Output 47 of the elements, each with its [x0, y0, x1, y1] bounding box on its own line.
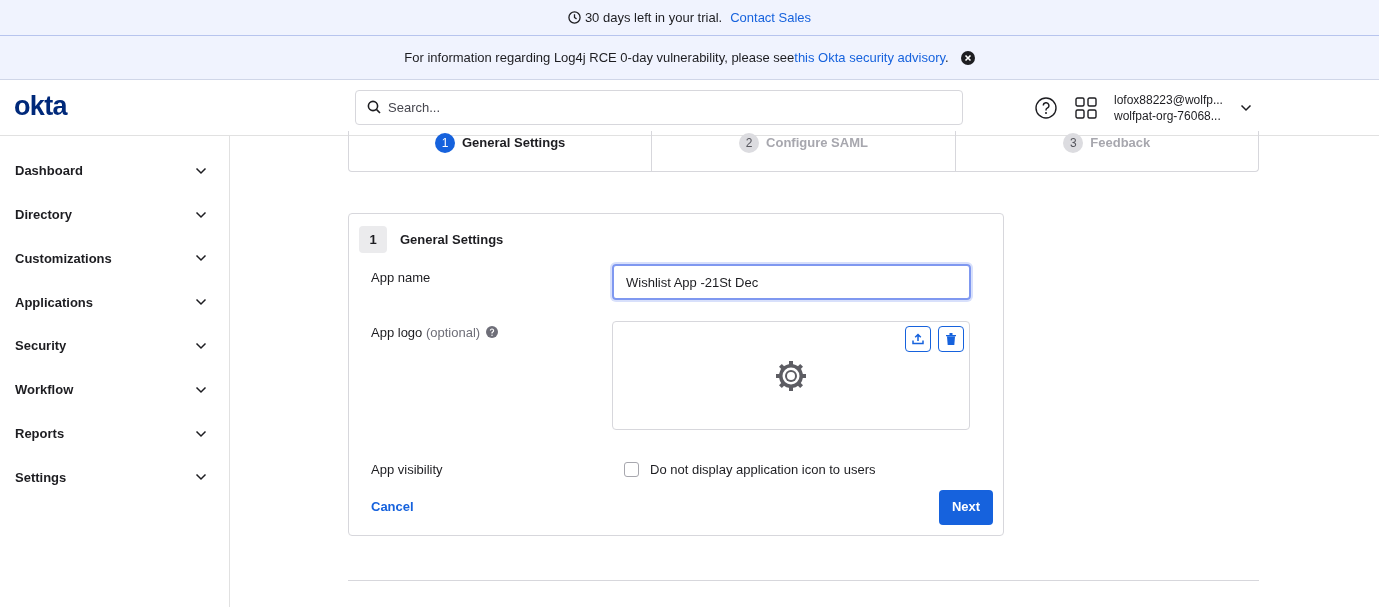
upload-button[interactable] — [905, 326, 931, 352]
next-button[interactable]: Next — [939, 489, 993, 525]
checkbox[interactable] — [624, 462, 639, 478]
advisory-message: For information regarding Log4j RCE 0-day vulnerability, please seethis Okta security advisory. — [404, 48, 949, 67]
sidebar-item[interactable]: Applications — [0, 280, 229, 325]
contact-sales-link[interactable]: Contact Sales — [730, 7, 812, 28]
delete-button[interactable] — [938, 326, 964, 352]
trial-notice: 30 days left in your trial. — [584, 8, 723, 27]
field-label: App name — [370, 269, 432, 287]
sidebar-item[interactable]: Directory — [0, 192, 229, 237]
chevron-down-icon — [195, 473, 207, 482]
close-icon[interactable] — [960, 50, 975, 65]
section-number: 1 — [359, 226, 387, 253]
wizard-step[interactable]: 2 Configure SAML — [651, 131, 955, 171]
chevron-down-icon — [195, 385, 207, 394]
sidebar-item[interactable]: Customizations — [0, 236, 229, 281]
chevron-down-icon — [195, 429, 207, 438]
cancel-link[interactable]: Cancel — [371, 497, 414, 517]
chevron-down-icon — [195, 298, 207, 307]
search-field[interactable]: Search... — [355, 90, 963, 125]
sidebar-item[interactable]: Settings — [0, 455, 229, 500]
okta-logo[interactable]: okta — [14, 91, 67, 121]
gear-icon — [774, 359, 808, 393]
chevron-down-icon[interactable] — [1239, 103, 1252, 112]
chevron-down-icon — [195, 166, 207, 175]
search-icon — [367, 100, 381, 114]
upload-icon — [912, 333, 924, 345]
section-title: General Settings — [400, 230, 504, 249]
chevron-down-icon — [195, 210, 207, 219]
field-label: App logo (optional) — [371, 324, 481, 342]
field-label: App visibility — [370, 461, 444, 479]
sidebar-item[interactable]: Workflow — [0, 368, 229, 412]
sidebar-item[interactable]: Reports — [0, 411, 229, 456]
sidebar-item[interactable]: Security — [0, 324, 229, 368]
help-icon[interactable] — [1035, 96, 1057, 119]
clock-icon — [567, 11, 581, 24]
app-name-input[interactable]: Wishlist App -21St Dec — [612, 264, 971, 300]
wizard-step[interactable]: 3 Feedback — [954, 131, 1258, 171]
org-name[interactable]: wolfpat-org-76068... — [1114, 107, 1223, 124]
chevron-down-icon — [195, 254, 207, 263]
user-email[interactable]: lofox88223@wolfp... — [1114, 91, 1223, 108]
trash-icon — [946, 333, 956, 345]
chevron-down-icon — [195, 342, 207, 351]
checkbox-label[interactable]: Do not display application icon to users — [650, 460, 876, 480]
apps-grid-icon[interactable] — [1075, 96, 1097, 119]
sidebar-item[interactable]: Dashboard — [0, 149, 229, 193]
wizard-step[interactable]: 1 General Settings — [349, 131, 652, 171]
